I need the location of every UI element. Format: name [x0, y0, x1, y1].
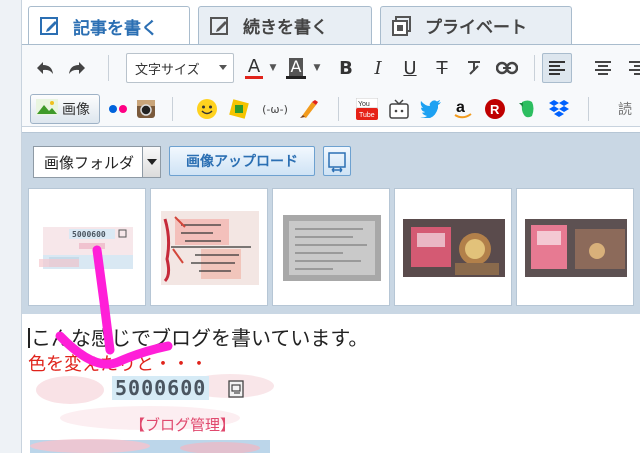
tab-label: 続きを書く — [243, 18, 328, 38]
align-left-button[interactable] — [542, 53, 572, 83]
tab-label: プライベート — [425, 18, 527, 38]
thumbnail-image — [161, 211, 259, 285]
insert-toolbar: 画像 (-ω-) You Tube a R 読 — [22, 91, 640, 127]
image-thumbnail[interactable] — [516, 188, 634, 306]
resize-panel-button[interactable] — [323, 146, 351, 176]
formatting-toolbar: 文字サイズ A ▼ A ▼ B I U T — [22, 45, 640, 91]
toolbar-separator — [172, 97, 173, 121]
bold-button[interactable]: B — [334, 55, 358, 81]
edit-icon — [39, 15, 61, 37]
editor-line-1-text: こんな感じでブログを書いています。 — [31, 326, 369, 350]
font-size-label: 文字サイズ — [135, 62, 200, 78]
strikethrough-button[interactable]: T — [430, 55, 454, 81]
align-right-button[interactable] — [622, 53, 640, 83]
private-icon — [391, 15, 413, 37]
svg-text:a: a — [456, 99, 465, 116]
chevron-down-icon — [142, 147, 160, 177]
tab-private[interactable]: プライベート — [380, 6, 572, 44]
resize-icon — [328, 152, 346, 173]
flickr-icon[interactable] — [106, 97, 130, 121]
read-more-button[interactable]: 読 — [618, 99, 632, 119]
tab-write-article[interactable]: 記事を書く — [28, 6, 190, 45]
toolbar-separator — [534, 55, 535, 81]
emoji-icon[interactable] — [194, 96, 220, 122]
kaomoji-icon[interactable]: (-ω-) — [258, 96, 292, 122]
paint-icon[interactable] — [296, 96, 322, 122]
insert-image-button[interactable]: 画像 — [30, 94, 100, 124]
redo-icon[interactable] — [64, 55, 90, 81]
toolbar-separator — [338, 97, 339, 121]
editor-body[interactable]: こんな感じでブログを書いています。 色を変えたりと・・・ 5000600 【ブロ… — [22, 314, 640, 453]
image-thumbnail[interactable] — [272, 188, 390, 306]
blog-editor-window: 記事を書く 続きを書く プライベート 文字サイズ A ▼ A ▼ B I U T… — [0, 0, 640, 453]
rakuten-icon[interactable]: R — [482, 96, 508, 122]
align-center-button[interactable] — [588, 53, 618, 83]
thumbnail-image — [403, 219, 505, 277]
youtube-icon[interactable]: You Tube — [354, 96, 380, 122]
toolbar-separator — [108, 55, 109, 81]
link-icon[interactable] — [494, 55, 520, 81]
image-thumbnail[interactable]: 5000600 — [28, 188, 146, 306]
instagram-icon[interactable] — [134, 97, 158, 121]
left-gutter — [0, 0, 22, 453]
image-folder-panel: 画像フォルダ 画像アップロード 5000600 — [22, 132, 640, 314]
clear-format-icon[interactable] — [462, 55, 486, 81]
text-color-letter: A — [247, 55, 261, 77]
svg-text:5000600: 5000600 — [72, 230, 106, 239]
editor-tabs: 記事を書く 続きを書く プライベート — [22, 0, 640, 45]
image-thumbnail[interactable] — [150, 188, 268, 306]
text-caret — [28, 328, 30, 348]
text-color-button[interactable]: A — [242, 53, 266, 83]
image-folder-value: 画像フォルダ — [44, 153, 135, 172]
svg-text:R: R — [490, 102, 500, 117]
decoration-icon[interactable] — [226, 96, 252, 122]
text-color-dropdown-icon[interactable]: ▼ — [266, 53, 280, 83]
copy-icon — [228, 380, 244, 402]
edit-more-icon — [209, 15, 231, 37]
background-color-button[interactable]: A — [284, 53, 308, 83]
image-number-label: 5000600 — [112, 376, 210, 400]
thumbnail-image — [525, 219, 627, 277]
image-icon — [36, 99, 58, 119]
editor-line-1: こんな感じでブログを書いています。 — [28, 322, 368, 351]
font-size-select[interactable]: 文字サイズ — [126, 53, 234, 83]
image-caption: 【ブログ管理】 — [130, 416, 236, 434]
image-upload-button[interactable]: 画像アップロード — [169, 146, 315, 176]
italic-button[interactable]: I — [366, 55, 390, 81]
underline-button[interactable]: U — [398, 55, 422, 81]
chevron-down-icon — [219, 65, 227, 70]
niconico-icon[interactable] — [386, 96, 412, 122]
undo-icon[interactable] — [32, 55, 58, 81]
bg-color-swatch — [286, 75, 306, 79]
bg-color-dropdown-icon[interactable]: ▼ — [310, 53, 324, 83]
svg-text:You: You — [358, 101, 370, 108]
dropbox-icon[interactable] — [546, 96, 572, 122]
tab-write-continuation[interactable]: 続きを書く — [198, 6, 372, 44]
svg-text:Tube: Tube — [359, 112, 375, 119]
image-button-label: 画像 — [62, 102, 90, 118]
image-thumbnail[interactable] — [394, 188, 512, 306]
amazon-icon[interactable]: a — [450, 96, 476, 122]
text-color-swatch — [245, 75, 263, 79]
thumbnail-image — [283, 215, 381, 281]
thumbnail-image: 5000600 — [39, 227, 133, 269]
image-folder-select[interactable]: 画像フォルダ — [33, 146, 161, 178]
tab-label: 記事を書く — [73, 18, 158, 39]
bg-color-letter: A — [288, 56, 304, 76]
evernote-icon[interactable] — [514, 96, 540, 122]
toolbar-separator — [588, 97, 589, 121]
twitter-icon[interactable] — [418, 96, 444, 122]
